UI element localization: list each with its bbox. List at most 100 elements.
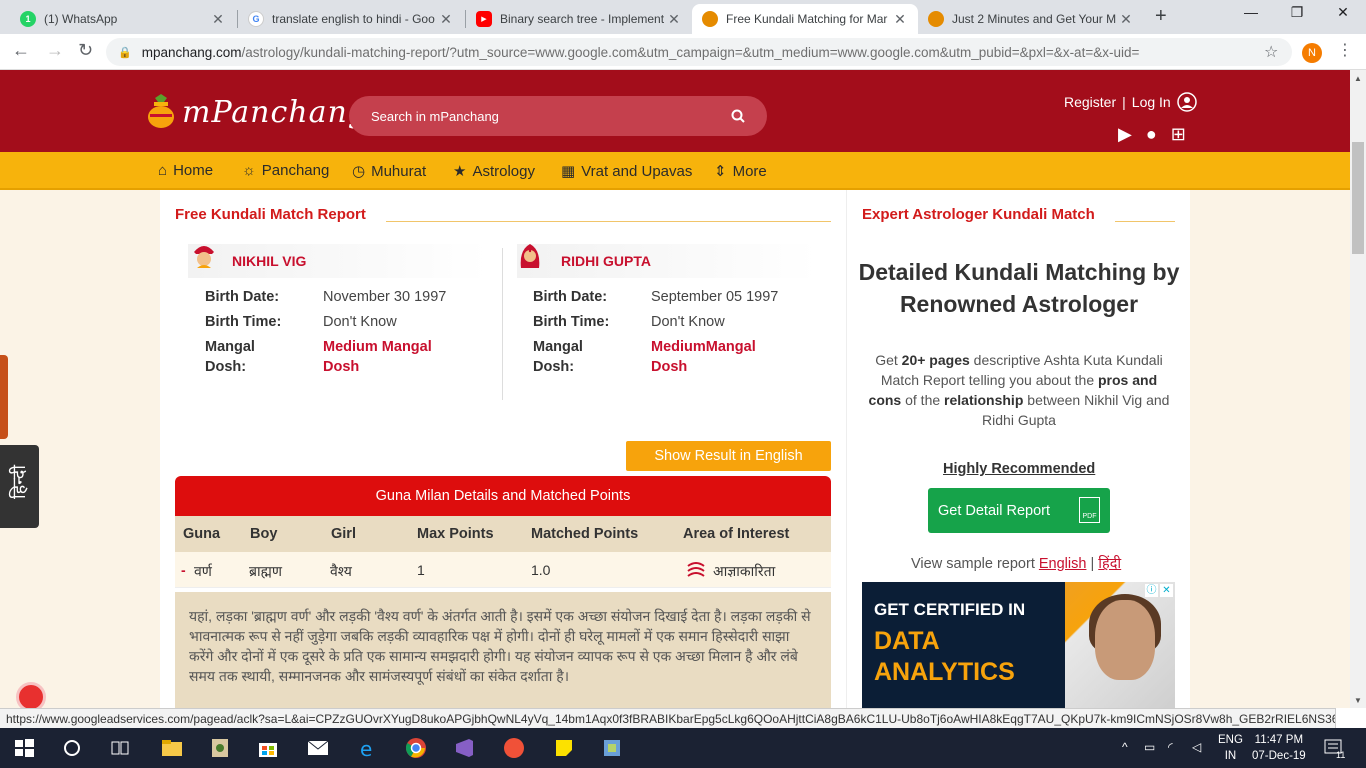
mail-icon[interactable] bbox=[306, 736, 330, 760]
language-switch-tab[interactable]: हिन्दी bbox=[0, 445, 39, 528]
store-icon[interactable] bbox=[256, 736, 280, 760]
menu-item-vrat[interactable]: ▦ Vrat and Upavas bbox=[561, 162, 692, 181]
link-separator: | bbox=[1122, 94, 1126, 110]
close-tab-icon[interactable]: ✕ bbox=[666, 11, 682, 28]
site-logo[interactable]: mPanchang bbox=[146, 94, 368, 130]
url-input[interactable]: 🔒 mpanchang.com/astrology/kundali-matchi… bbox=[106, 38, 1292, 66]
logo-text: mPanchang bbox=[182, 94, 369, 130]
browser-tab-kundali[interactable]: Free Kundali Matching for Mar ✕ bbox=[692, 4, 918, 34]
girl-name-bar: RIDHI GUPTA bbox=[517, 244, 817, 278]
input-language[interactable]: ENG IN bbox=[1218, 732, 1243, 764]
scroll-up-icon[interactable]: ▲ bbox=[1354, 74, 1362, 83]
new-tab-icon[interactable]: + bbox=[1155, 5, 1167, 28]
ad-close-icon[interactable]: ✕ bbox=[1160, 584, 1173, 597]
windows-taskbar: e ^ ▭ ◜ ◁ ENG IN 11:47 PM 07-Dec-19 11 bbox=[0, 728, 1366, 768]
browser-tab-whatsapp[interactable]: 1 (1) WhatsApp ✕ bbox=[10, 4, 236, 34]
windows-icon[interactable]: ⊞ bbox=[1171, 124, 1186, 145]
browser-tab-google[interactable]: G translate english to hindi - Goo ✕ bbox=[238, 4, 464, 34]
browser-menu-icon[interactable]: ⋮ bbox=[1337, 40, 1353, 60]
task-view-icon[interactable] bbox=[108, 736, 132, 760]
search-icon[interactable] bbox=[60, 736, 84, 760]
guna-description: यहां, लड़का 'ब्राह्मण वर्ण' और लड़की 'वै… bbox=[175, 592, 831, 708]
show-result-english-button[interactable]: Show Result in English bbox=[626, 441, 831, 471]
internet-explorer-icon[interactable]: e bbox=[356, 736, 380, 760]
tray-chevron-icon[interactable]: ^ bbox=[1122, 740, 1128, 754]
account-links: Register | Log In bbox=[1064, 92, 1197, 112]
close-tab-icon[interactable]: ✕ bbox=[438, 11, 454, 28]
cell-guna: वर्ण bbox=[194, 563, 212, 579]
file-explorer-icon[interactable] bbox=[160, 736, 184, 760]
ad-banner[interactable]: GET CERTIFIED IN DATA ANALYTICS ⓘ ✕ bbox=[862, 582, 1175, 708]
bookmark-star-icon[interactable]: ☆ bbox=[1264, 42, 1278, 62]
girl-birth-date: September 05 1997 bbox=[651, 289, 779, 305]
register-link[interactable]: Register bbox=[1064, 94, 1116, 110]
visual-studio-icon[interactable] bbox=[452, 736, 476, 760]
system-clock[interactable]: 11:47 PM 07-Dec-19 bbox=[1252, 732, 1306, 764]
boy-name-bar: NIKHIL VIG bbox=[188, 244, 488, 278]
battery-icon[interactable]: ▭ bbox=[1144, 740, 1155, 754]
page-scrollbar[interactable]: ▲ ▼ bbox=[1350, 70, 1366, 708]
search-icon[interactable] bbox=[731, 109, 745, 123]
apple-icon[interactable]: ● bbox=[1146, 124, 1157, 145]
home-icon: ⌂ bbox=[158, 162, 168, 179]
chrome-icon[interactable] bbox=[404, 736, 428, 760]
side-strip[interactable] bbox=[0, 355, 8, 439]
collapse-toggle[interactable]: - bbox=[181, 562, 186, 578]
close-tab-icon[interactable]: ✕ bbox=[210, 11, 226, 28]
reload-icon[interactable]: ↻ bbox=[78, 40, 93, 61]
minimize-icon[interactable]: — bbox=[1236, 4, 1266, 20]
girl-name: RIDHI GUPTA bbox=[561, 253, 651, 269]
scrollbar-thumb[interactable] bbox=[1352, 142, 1364, 254]
get-detail-report-button[interactable]: Get Detail Report PDF bbox=[928, 488, 1110, 533]
close-tab-icon[interactable]: ✕ bbox=[1118, 11, 1134, 28]
close-tab-icon[interactable]: ✕ bbox=[892, 11, 908, 28]
user-icon[interactable] bbox=[1176, 92, 1197, 112]
ad-line-2: DATA ANALYTICS bbox=[874, 626, 1015, 688]
close-window-icon[interactable]: ✕ bbox=[1328, 4, 1358, 21]
sample-english-link[interactable]: English bbox=[1039, 556, 1087, 572]
restore-icon[interactable]: ❐ bbox=[1282, 4, 1312, 21]
browser-tab-strip: 1 (1) WhatsApp ✕ G translate english to … bbox=[0, 0, 1366, 34]
browser-tab-youtube[interactable]: ▶ Binary search tree - Implement ✕ bbox=[466, 4, 692, 34]
menu-item-muhurat[interactable]: ◷ Muhurat bbox=[352, 162, 427, 181]
lock-icon: 🔒 bbox=[118, 46, 132, 59]
profile-avatar[interactable]: N bbox=[1302, 43, 1322, 63]
browser-tab-mpanchang[interactable]: Just 2 Minutes and Get Your M ✕ bbox=[918, 4, 1144, 34]
sample-hindi-link[interactable]: हिंदी bbox=[1098, 556, 1121, 572]
play-store-icon[interactable]: ▶ bbox=[1118, 124, 1132, 145]
app-icon[interactable] bbox=[600, 736, 624, 760]
volume-icon[interactable]: ◁ bbox=[1192, 740, 1201, 754]
bride-avatar-icon bbox=[520, 244, 540, 268]
menu-item-astrology[interactable]: ★ Astrology bbox=[453, 162, 535, 181]
app-store-icons: ▶ ● ⊞ bbox=[1118, 124, 1186, 145]
boy-mangal-dosh: Medium Mangal bbox=[323, 339, 432, 355]
col-guna: Guna bbox=[183, 526, 221, 542]
back-icon[interactable]: ← bbox=[12, 40, 30, 61]
windows-start-icon[interactable] bbox=[12, 736, 36, 760]
cell-girl: वैश्य bbox=[330, 563, 352, 579]
menu-item-more[interactable]: ⇕ More bbox=[714, 162, 767, 181]
boy-mangal-label-2: Dosh: bbox=[205, 359, 247, 375]
forward-icon[interactable]: → bbox=[46, 40, 64, 61]
menu-label: Muhurat bbox=[371, 162, 427, 180]
login-link[interactable]: Log In bbox=[1132, 94, 1171, 110]
cell-boy: ब्राह्मण bbox=[249, 563, 282, 579]
app-icon[interactable] bbox=[208, 736, 232, 760]
ad-line-1: GET CERTIFIED IN bbox=[874, 600, 1026, 619]
url-path: /astrology/kundali-matching-report/?utm_… bbox=[241, 44, 1140, 60]
site-search-input[interactable]: Search in mPanchang bbox=[349, 96, 767, 136]
cell-area: आज्ञाकारिता bbox=[713, 563, 776, 579]
scroll-down-icon[interactable]: ▼ bbox=[1354, 696, 1362, 705]
ad-info-icon[interactable]: ⓘ bbox=[1145, 584, 1158, 597]
main-content: Free Kundali Match Report NIKHIL VIG Bir… bbox=[160, 190, 1190, 708]
notification-bell-icon[interactable] bbox=[16, 682, 46, 708]
swift-icon[interactable] bbox=[502, 736, 526, 760]
person-divider bbox=[502, 248, 503, 400]
menu-item-home[interactable]: ⌂ Home bbox=[158, 162, 213, 179]
menu-item-panchang[interactable]: ☼ Panchang bbox=[242, 162, 329, 179]
wifi-icon[interactable]: ◜ bbox=[1168, 740, 1173, 754]
table-row[interactable]: - वर्ण ब्राह्मण वैश्य 1 1.0 आज्ञाकारिता bbox=[175, 552, 831, 588]
title-underline bbox=[386, 221, 831, 222]
address-bar-row: ← → ↻ 🔒 mpanchang.com/astrology/kundali-… bbox=[0, 34, 1366, 70]
sticky-notes-icon[interactable] bbox=[552, 736, 576, 760]
